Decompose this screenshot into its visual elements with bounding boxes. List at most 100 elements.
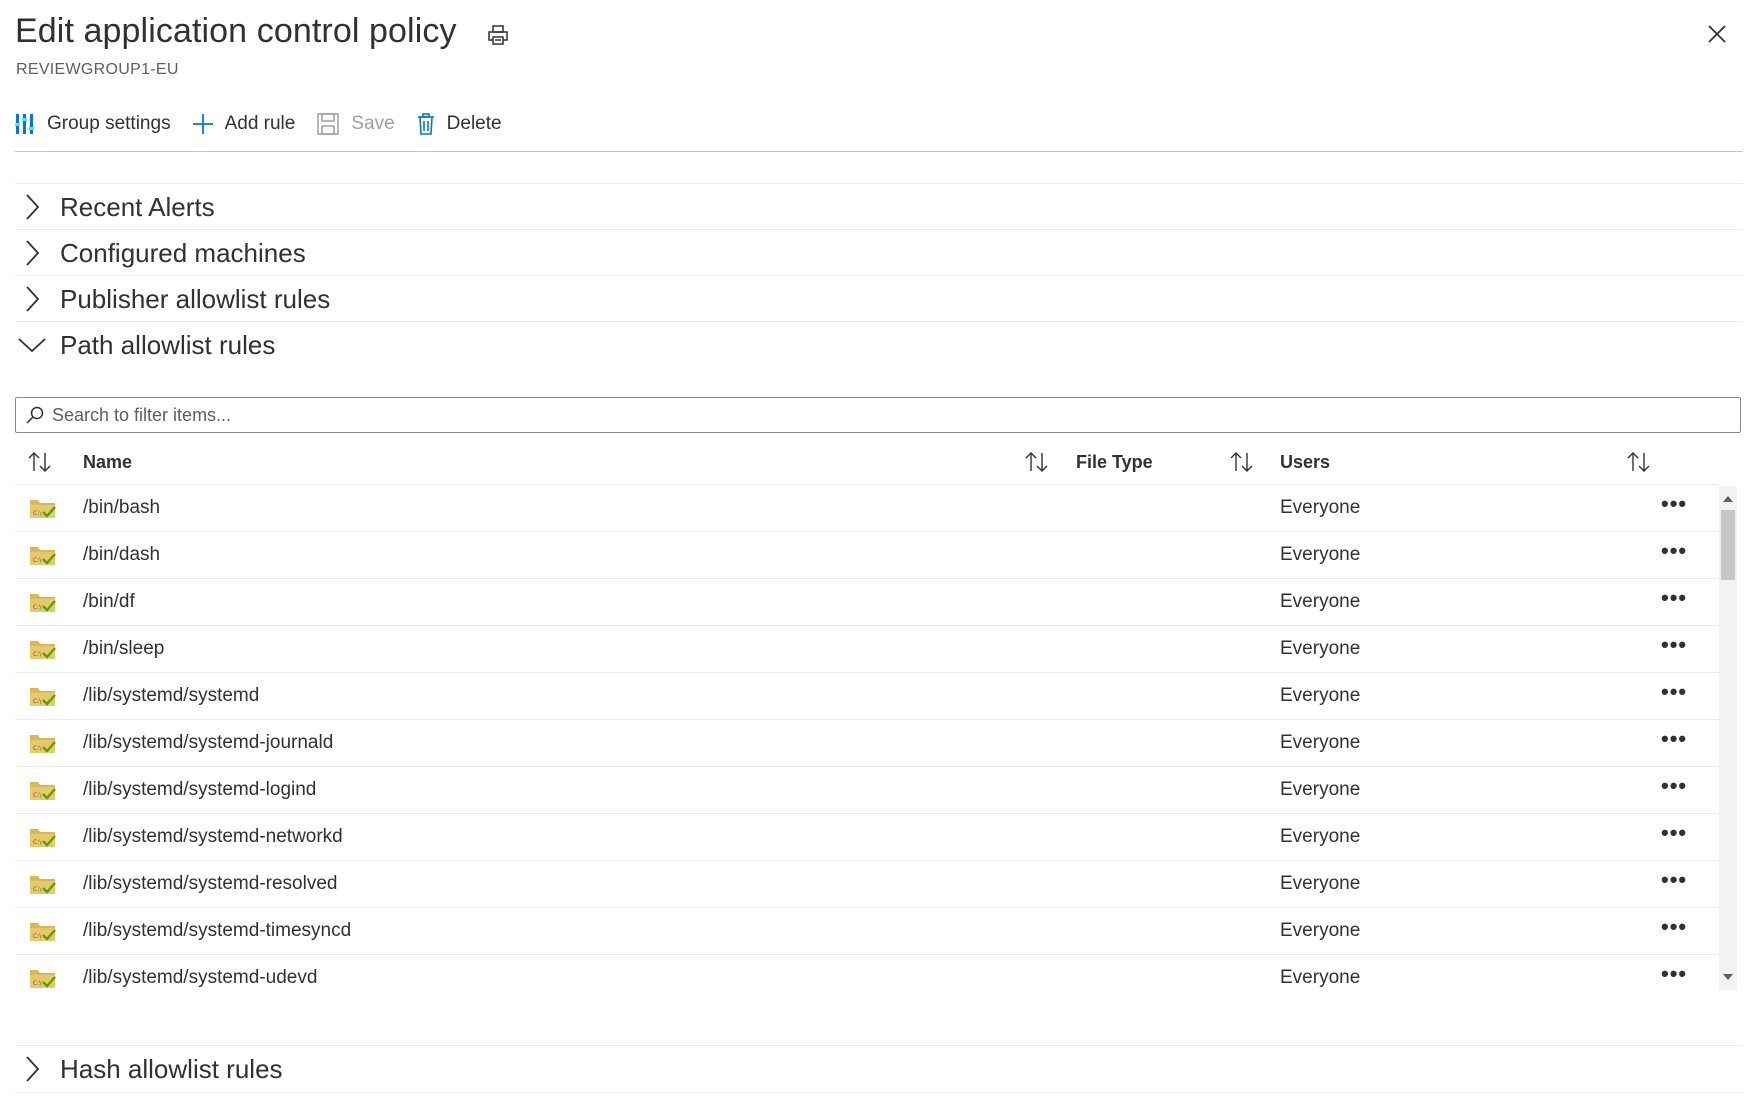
search-icon: [26, 406, 44, 424]
table-row[interactable]: C:\ /lib/systemd/systemd-logind Everyone…: [15, 766, 1719, 813]
section-hash-rules[interactable]: Hash allowlist rules: [15, 1045, 1743, 1093]
plus-icon: [192, 114, 213, 134]
sort-icon[interactable]: [1627, 440, 1651, 484]
section-publisher-rules[interactable]: Publisher allowlist rules: [15, 275, 1743, 322]
rule-users: Everyone: [1280, 826, 1361, 847]
scroll-up-icon[interactable]: [1723, 490, 1733, 508]
svg-text:C:\: C:\: [33, 886, 42, 893]
section-label: Publisher allowlist rules: [60, 283, 331, 314]
more-options-button[interactable]: •••: [1661, 961, 1687, 987]
table-row[interactable]: C:\ /bin/sleep Everyone •••: [15, 625, 1719, 672]
delete-label: Delete: [446, 113, 502, 134]
table-row[interactable]: C:\ /lib/systemd/systemd-resolved Everyo…: [15, 860, 1719, 907]
title-row: Edit application control policy: [15, 12, 509, 51]
more-options-button[interactable]: •••: [1661, 914, 1687, 940]
add-rule-label: Add rule: [224, 113, 296, 134]
add-rule-button[interactable]: Add rule: [192, 113, 296, 135]
svg-text:C:\: C:\: [33, 792, 42, 799]
print-icon[interactable]: [487, 24, 509, 46]
section-label: Hash allowlist rules: [60, 1053, 283, 1084]
folder-check-icon: C:\: [29, 967, 57, 995]
folder-check-icon: C:\: [29, 638, 57, 666]
table-row[interactable]: C:\ /lib/systemd/systemd-journald Everyo…: [15, 719, 1719, 766]
column-header-file-type[interactable]: File Type: [1076, 440, 1153, 484]
more-options-button[interactable]: •••: [1661, 538, 1687, 564]
command-bar: Group settings Add rule Save Delete: [15, 108, 524, 140]
svg-text:C:\: C:\: [33, 510, 42, 517]
trash-icon: [417, 113, 435, 135]
rule-path: /lib/systemd/systemd-networkd: [83, 826, 343, 847]
svg-text:C:\: C:\: [33, 698, 42, 705]
column-header-users[interactable]: Users: [1280, 440, 1330, 484]
section-configured-machines[interactable]: Configured machines: [15, 229, 1743, 276]
table-row[interactable]: C:\ /lib/systemd/systemd Everyone •••: [15, 672, 1719, 719]
search-box[interactable]: [15, 397, 1741, 433]
svg-text:C:\: C:\: [33, 980, 42, 987]
folder-check-icon: C:\: [29, 779, 57, 807]
more-options-button[interactable]: •••: [1661, 632, 1687, 658]
table-row[interactable]: C:\ /bin/dash Everyone •••: [15, 531, 1719, 578]
sort-icon[interactable]: [28, 440, 52, 484]
folder-check-icon: C:\: [29, 591, 57, 619]
group-settings-button[interactable]: Group settings: [15, 113, 171, 135]
chevron-right-icon: [17, 240, 47, 266]
chevron-right-icon: [17, 1056, 47, 1082]
sort-icon[interactable]: [1025, 440, 1049, 484]
table-row[interactable]: C:\ /bin/df Everyone •••: [15, 578, 1719, 625]
more-options-button[interactable]: •••: [1661, 773, 1687, 799]
save-label: Save: [351, 113, 395, 134]
more-options-button[interactable]: •••: [1661, 491, 1687, 517]
rule-users: Everyone: [1280, 685, 1361, 706]
svg-text:C:\: C:\: [33, 745, 42, 752]
table-header: Name File Type Users: [15, 440, 1715, 484]
svg-text:C:\: C:\: [33, 839, 42, 846]
table-row[interactable]: C:\ /bin/bash Everyone •••: [15, 484, 1719, 531]
table-row[interactable]: C:\ /lib/systemd/systemd-timesyncd Every…: [15, 907, 1719, 954]
section-label: Configured machines: [60, 237, 306, 268]
rule-path: /bin/bash: [83, 497, 161, 518]
chevron-right-icon: [17, 286, 47, 312]
search-input[interactable]: [50, 403, 1654, 427]
rule-path: /bin/sleep: [83, 638, 165, 659]
group-settings-icon: [15, 113, 35, 135]
table-row[interactable]: C:\ /lib/systemd/systemd-networkd Everyo…: [15, 813, 1719, 860]
more-options-button[interactable]: •••: [1661, 867, 1687, 893]
more-options-button[interactable]: •••: [1661, 820, 1687, 846]
sort-icon[interactable]: [1230, 440, 1254, 484]
rule-path: /bin/df: [83, 591, 135, 612]
more-options-button[interactable]: •••: [1661, 585, 1687, 611]
rule-path: /lib/systemd/systemd-journald: [83, 732, 334, 753]
column-header-name[interactable]: Name: [83, 440, 132, 484]
scroll-thumb[interactable]: [1721, 510, 1735, 580]
scroll-down-icon[interactable]: [1723, 968, 1733, 986]
rule-path: /lib/systemd/systemd-udevd: [83, 967, 318, 988]
rule-path: /lib/systemd/systemd-logind: [83, 779, 317, 800]
table-row[interactable]: C:\ /lib/systemd/systemd-udevd Everyone …: [15, 954, 1719, 1001]
table-scrollbar[interactable]: [1719, 486, 1737, 990]
rule-users: Everyone: [1280, 920, 1361, 941]
folder-check-icon: C:\: [29, 497, 57, 525]
chevron-right-icon: [17, 194, 47, 220]
section-recent-alerts[interactable]: Recent Alerts: [15, 183, 1743, 230]
folder-check-icon: C:\: [29, 685, 57, 713]
rule-users: Everyone: [1280, 732, 1361, 753]
folder-check-icon: C:\: [29, 732, 57, 760]
more-options-button[interactable]: •••: [1661, 726, 1687, 752]
svg-text:C:\: C:\: [33, 933, 42, 940]
svg-text:C:\: C:\: [33, 651, 42, 658]
save-button[interactable]: Save: [317, 113, 395, 135]
save-icon: [317, 113, 340, 135]
folder-check-icon: C:\: [29, 873, 57, 901]
delete-button[interactable]: Delete: [417, 113, 502, 135]
toolbar-divider: [15, 151, 1743, 152]
folder-check-icon: C:\: [29, 920, 57, 948]
section-label: Recent Alerts: [60, 191, 215, 222]
rule-path: /lib/systemd/systemd-timesyncd: [83, 920, 352, 941]
rule-users: Everyone: [1280, 779, 1361, 800]
group-settings-label: Group settings: [47, 113, 171, 134]
section-path-rules[interactable]: Path allowlist rules: [15, 321, 1743, 368]
resource-group-label: REVIEWGROUP1-EU: [16, 61, 179, 78]
rule-users: Everyone: [1280, 497, 1361, 518]
close-icon[interactable]: [1707, 24, 1727, 44]
more-options-button[interactable]: •••: [1661, 679, 1687, 705]
